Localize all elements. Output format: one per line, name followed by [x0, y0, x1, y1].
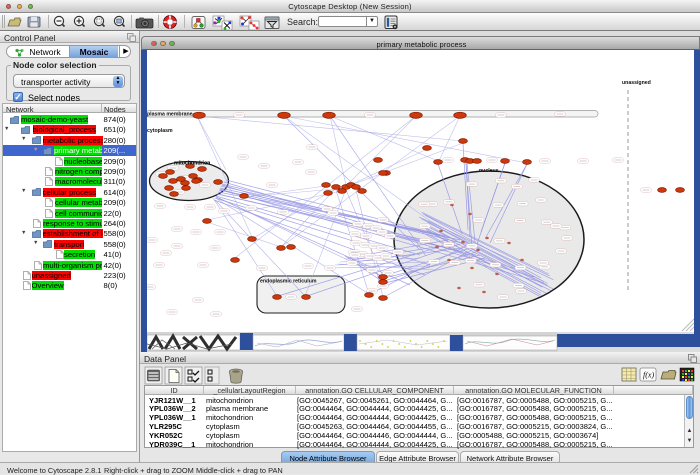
svg-text:nucleus: nucleus — [479, 168, 499, 174]
svg-text:unassigned: unassigned — [622, 80, 651, 86]
svg-text:f(x): f(x) — [643, 371, 654, 380]
svg-text:endoplasmic reticulum: endoplasmic reticulum — [260, 279, 317, 285]
svg-text:mitochondrion: mitochondrion — [174, 161, 210, 167]
svg-text:plasma membrane: plasma membrane — [147, 112, 193, 118]
svg-text:cytoplasm: cytoplasm — [147, 128, 173, 134]
